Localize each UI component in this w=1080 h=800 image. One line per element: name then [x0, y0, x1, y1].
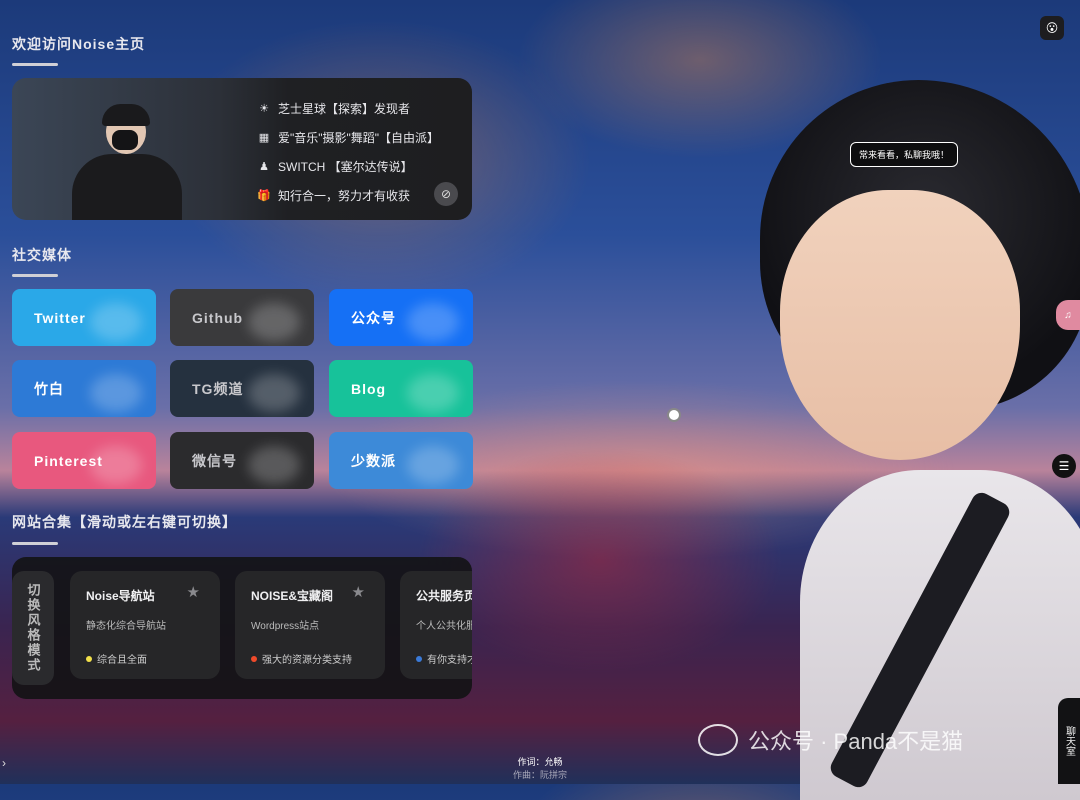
gift-icon: 🎁 — [257, 190, 271, 202]
profile-line-text: SWITCH 【塞尔达传说】 — [278, 160, 413, 174]
twitter-button[interactable]: Twitter — [12, 289, 156, 346]
profile-list: ☀ 芝士星球【探索】发现者 ▦ 爱"音乐"摄影"舞蹈"【自由派】 ♟ SWITCH 【… — [256, 94, 439, 210]
site-card-tag: 强大的资源分类支持 — [251, 651, 352, 666]
music-tab[interactable]: ♫ — [1056, 300, 1080, 330]
site-card-desc: 静态化综合导航站 — [86, 621, 166, 632]
sites-underline — [12, 542, 58, 545]
watermark: 公众号 · Panda不是猫 — [698, 724, 963, 756]
site-card-title: 公共服务页 — [416, 589, 472, 603]
site-card-desc: 个人公共化服 — [416, 621, 472, 632]
site-card[interactable]: NOISE&宝藏阁 ★ Wordpress站点 强大的资源分类支持 — [235, 571, 385, 679]
profile-line: ☀ 芝士星球【探索】发现者 — [256, 94, 439, 123]
chevron-right-icon[interactable]: › — [2, 756, 6, 770]
pinterest-button[interactable]: Pinterest — [12, 432, 156, 489]
profile-line: ▦ 爱"音乐"摄影"舞蹈"【自由派】 — [256, 123, 439, 152]
wechat-official-button[interactable]: 公众号 — [329, 289, 473, 346]
profile-line: 🎁 知行合一，努力才有收获 — [256, 181, 439, 210]
tg-channel-button[interactable]: TG频道 — [170, 360, 314, 417]
sun-icon: ☀ — [259, 103, 269, 115]
wechat-icon — [698, 724, 738, 756]
star-icon[interactable]: ★ — [352, 583, 365, 601]
style-switch-label: 切换风格模式 — [25, 583, 41, 673]
speech-bubble: 常来看看，私聊我哦！ — [850, 142, 959, 167]
music-credits: 作词：允畅 作曲：阮拼宗 — [500, 755, 580, 781]
profile-line-text: 芝士星球【探索】发现者 — [278, 102, 411, 116]
site-card-title: NOISE&宝藏阁 — [251, 589, 334, 603]
film-icon: ▦ — [258, 132, 270, 144]
sspai-button[interactable]: 少数派 — [329, 432, 473, 489]
github-button[interactable]: Github — [170, 289, 314, 346]
star-icon[interactable]: ★ — [187, 583, 200, 601]
compass-icon[interactable]: ⊘ — [434, 182, 458, 206]
sites-carousel[interactable]: 切换风格模式 Noise导航站 ★ 静态化综合导航站 综合且全面 NOISE&宝… — [12, 557, 472, 699]
profile-card: ☀ 芝士星球【探索】发现者 ▦ 爱"音乐"摄影"舞蹈"【自由派】 ♟ SWITCH 【… — [12, 78, 472, 220]
profile-line: ♟ SWITCH 【塞尔达传说】 — [256, 152, 439, 181]
title-underline — [12, 63, 58, 66]
dot-icon — [86, 655, 92, 662]
lyric-credit: 作词：允畅 — [517, 757, 563, 767]
zhubai-button[interactable]: 竹白 — [12, 360, 156, 417]
chat-room-tab[interactable]: 聊天室 — [1058, 698, 1080, 784]
sites-title: 网站合集【滑动或左右键可切换】 — [12, 514, 237, 530]
joystick-icon: ♟ — [259, 161, 269, 173]
site-card-tag: 有你支持才 — [416, 651, 472, 666]
profile-line-text: 爱"音乐"摄影"舞蹈"【自由派】 — [278, 131, 440, 145]
social-title: 社交媒体 — [12, 247, 72, 263]
dot-icon — [416, 655, 422, 662]
social-underline — [12, 274, 58, 277]
style-switch-button[interactable]: 切换风格模式 — [12, 571, 54, 685]
site-card[interactable]: Noise导航站 ★ 静态化综合导航站 综合且全面 — [70, 571, 220, 679]
site-card-title: Noise导航站 — [86, 589, 155, 603]
profile-line-text: 知行合一，努力才有收获 — [278, 189, 411, 203]
avatar — [72, 94, 182, 220]
composer-credit: 作曲：阮拼宗 — [512, 770, 567, 780]
page-title: 欢迎访问Noise主页 — [12, 36, 146, 52]
mouse-cursor — [667, 408, 681, 422]
site-card-tag: 综合且全面 — [86, 651, 147, 666]
dot-icon — [251, 655, 257, 662]
menu-icon[interactable]: ☰ — [1052, 454, 1076, 478]
wechat-id-button[interactable]: 微信号 — [170, 432, 314, 489]
blog-button[interactable]: Blog — [329, 360, 473, 417]
site-card-desc: Wordpress站点 — [251, 621, 320, 632]
emoji-icon[interactable]: 😮 — [1040, 16, 1064, 40]
watermark-text: 公众号 · Panda不是猫 — [748, 729, 964, 754]
site-card[interactable]: 公共服务页 个人公共化服 有你支持才 — [400, 571, 472, 679]
